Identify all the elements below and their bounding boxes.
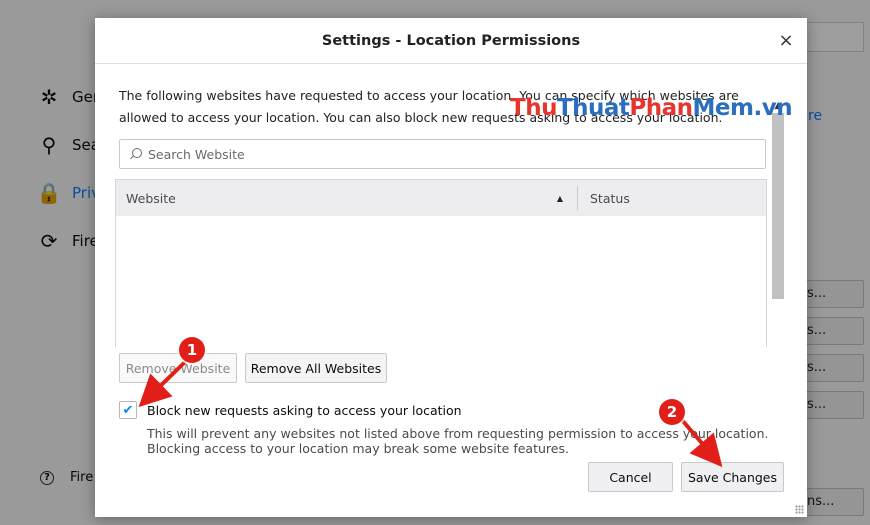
- sort-ascending-icon: ▲: [556, 193, 563, 203]
- watermark-logo: ThuThuatPhanMem.vn: [510, 95, 793, 121]
- column-header-label: Status: [590, 190, 630, 206]
- step-badge-1: 1: [179, 337, 205, 363]
- websites-table: Website ▲ Status: [115, 179, 767, 347]
- dialog-title: Settings - Location Permissions: [321, 32, 581, 49]
- search-icon: [130, 148, 142, 160]
- search-input[interactable]: [148, 146, 748, 162]
- block-requests-option[interactable]: ✔ Block new requests asking to access yo…: [119, 401, 462, 419]
- column-header-status[interactable]: Status: [578, 191, 630, 206]
- step-badge-2: 2: [659, 399, 685, 425]
- cancel-button[interactable]: Cancel: [588, 462, 673, 492]
- block-requests-description: This will prevent any websites not liste…: [147, 426, 769, 456]
- table-header: Website ▲ Status: [116, 180, 766, 216]
- column-header-website[interactable]: Website ▲: [116, 186, 578, 210]
- resize-grip-icon[interactable]: [795, 505, 804, 514]
- dialog-header: Settings - Location Permissions ×: [95, 18, 807, 64]
- remove-all-websites-button[interactable]: Remove All Websites: [245, 353, 387, 383]
- scrollbar-track[interactable]: [771, 113, 785, 343]
- column-header-label: Website: [126, 190, 176, 206]
- block-requests-checkbox[interactable]: ✔: [119, 401, 137, 419]
- search-box[interactable]: [119, 139, 766, 169]
- save-changes-button[interactable]: Save Changes: [681, 462, 784, 492]
- block-requests-label[interactable]: Block new requests asking to access your…: [147, 403, 462, 418]
- scrollbar-thumb[interactable]: [772, 113, 784, 299]
- location-permissions-dialog: Settings - Location Permissions × The fo…: [95, 18, 807, 517]
- dialog-scrollbar[interactable]: ▲ ▼: [771, 99, 785, 347]
- close-icon[interactable]: ×: [775, 30, 797, 52]
- remove-website-button[interactable]: Remove Website: [119, 353, 237, 383]
